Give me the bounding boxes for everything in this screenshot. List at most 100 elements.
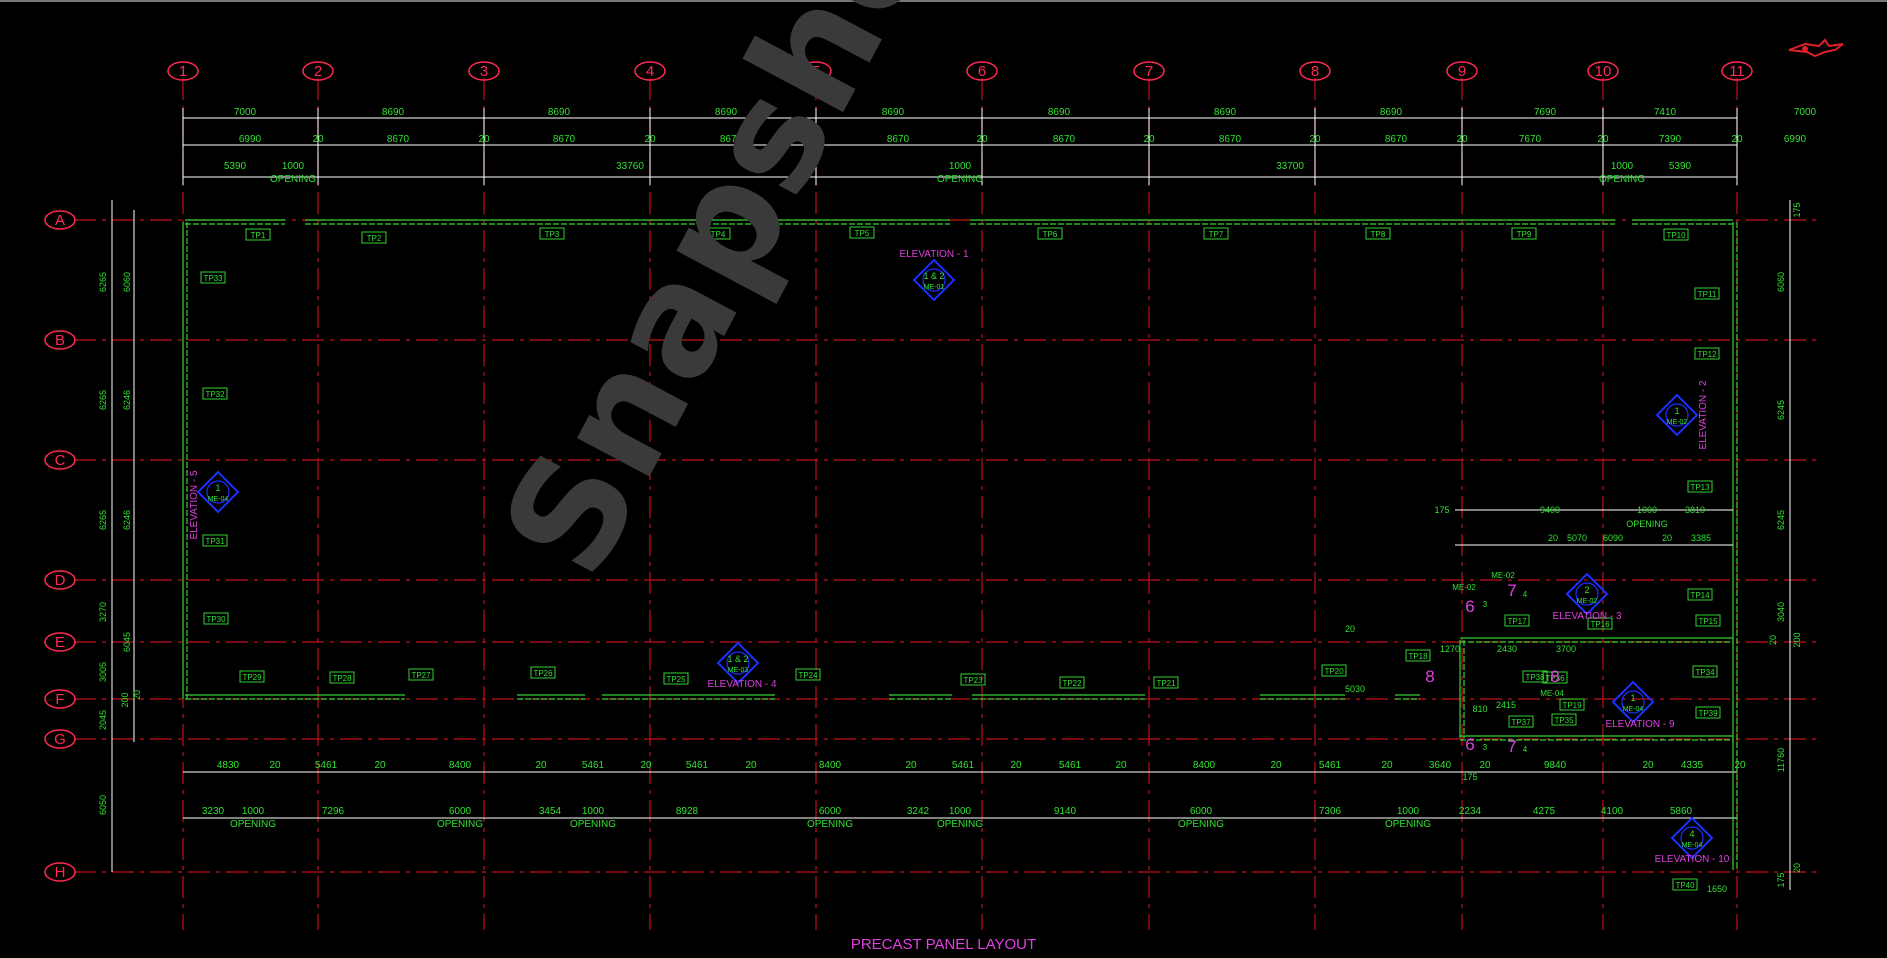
panel-tag-label: TP14: [1690, 591, 1710, 600]
cad-drawing-canvas[interactable]: 1 2 3 4 5 6 7 8 9 10 11ABCDEFGH7000 8690 8690 8690 869…: [0, 0, 1887, 958]
dim-text-top2: 8670: [1385, 134, 1408, 145]
dim-text-top3: 1000: [949, 161, 972, 172]
panel-tag-label: TP24: [798, 671, 818, 680]
dim-text-bottom2: 3230: [202, 806, 225, 817]
dim-text-left: 6050: [98, 795, 108, 815]
dim-text-top2: 20: [1597, 134, 1609, 145]
dim-text-bottom1: 9840: [1544, 760, 1567, 771]
dim-text-block: 2415: [1496, 700, 1516, 710]
dim-text-block: 3700: [1556, 644, 1576, 654]
grid-label-row-F: F: [55, 691, 64, 708]
dim-text-right: 200: [1792, 632, 1802, 647]
panel-tag-label: TP8: [1371, 230, 1386, 239]
dim-text-top3: 5390: [1669, 161, 1692, 172]
dim-text-bottom2: 3454: [539, 806, 562, 817]
dim-text-left: 6246: [122, 510, 132, 530]
dim-text-block: 20: [1662, 533, 1672, 543]
dim-text-bottom1: 8400: [819, 760, 842, 771]
elevation-label: ELEVATION - 9: [1605, 719, 1675, 730]
dim-text-block: 3810: [1685, 505, 1705, 515]
panel-tag-label: TP34: [1695, 668, 1715, 677]
dim-text-block: 175: [1434, 505, 1449, 515]
dim-text-bottom1: 20: [745, 760, 757, 771]
panel-tag-label: TP38: [1525, 673, 1545, 682]
dim-text-top2: 20: [644, 134, 656, 145]
grid-label-row-B: B: [55, 332, 65, 349]
panel-tag-label: TP10: [1666, 231, 1686, 240]
panel-tag-label: TP9: [1517, 230, 1532, 239]
elevation-label: ELEVATION - 3: [1552, 611, 1622, 622]
dim-text-block: 810: [1472, 704, 1487, 714]
panel-tag-label: TP30: [206, 615, 226, 624]
dim-text-bottom2: 4275: [1533, 806, 1556, 817]
section-mark-number: 8: [1550, 667, 1559, 686]
dim-text-left: 6265: [98, 510, 108, 530]
dim-text-right: 3040: [1776, 602, 1786, 622]
panel-tag-label: TP12: [1697, 350, 1717, 359]
panel-tag-label: TP27: [411, 671, 431, 680]
grid-label-col-1: 1: [179, 63, 187, 80]
dim-text-top2: 20: [478, 134, 490, 145]
panel-tag-label: TP11: [1698, 290, 1717, 299]
panel-tag-label: TP26: [533, 669, 553, 678]
elevation-label: ELEVATION - 4: [707, 679, 777, 690]
dim-text-top2: 20: [1731, 134, 1743, 145]
section-mark-ref: 4: [1523, 745, 1528, 754]
dim-text-top2: 7390: [1659, 134, 1682, 145]
grid-label-col-9: 9: [1458, 63, 1466, 80]
dim-text-left: 6265: [98, 272, 108, 292]
dim-text-bottom1: 3640: [1429, 760, 1452, 771]
opening-label-top: OPENING: [1599, 174, 1645, 185]
dim-text-bottom1: 20: [269, 760, 281, 771]
dim-text-top2: 6990: [1784, 134, 1807, 145]
dim-text-top2: 8670: [1219, 134, 1242, 145]
panel-tag-label: TP29: [242, 673, 262, 682]
elevation-label: ELEVATION - 10: [1655, 854, 1730, 865]
panel-tag-label: TP28: [332, 674, 352, 683]
grid-label-row-H: H: [55, 864, 66, 881]
elevation-marker-number: 1 & 2: [727, 654, 748, 664]
dim-text-bottom2: 5860: [1670, 806, 1693, 817]
grid-label-col-10: 10: [1595, 63, 1612, 80]
dim-text-top1: 7410: [1654, 107, 1677, 118]
panel-tag-label: TP1: [251, 231, 266, 240]
dim-text-left: 6045: [122, 632, 132, 652]
grid-label-col-6: 6: [978, 63, 986, 80]
opening-label-bottom: OPENING: [1385, 819, 1431, 830]
dim-text-left: 6265: [98, 390, 108, 410]
dim-text-bottom2: 8928: [676, 806, 699, 817]
panel-tag-label: TP39: [1698, 709, 1718, 718]
opening-label-bottom: OPENING: [230, 819, 276, 830]
panel-tag-label: TP13: [1690, 483, 1710, 492]
dim-text-top1: 8690: [548, 107, 571, 118]
elevation-marker-number: 4: [1689, 829, 1694, 839]
dim-text-block: 2430: [1497, 644, 1517, 654]
dim-text-top1: 8690: [1380, 107, 1403, 118]
elevation-marker-ref: ME-02: [1577, 598, 1598, 605]
elevation-marker-number: 2: [1584, 585, 1589, 595]
grid-label-col-7: 7: [1145, 63, 1153, 80]
dim-text-left: 200: [120, 692, 130, 707]
panel-tag-label: TP15: [1698, 617, 1718, 626]
dim-text-right: 6060: [1776, 272, 1786, 292]
dim-text-right: 20: [1768, 635, 1778, 645]
section-mark-ref: ME-02: [1491, 571, 1515, 580]
elevation-marker-ref: ME-02: [1667, 419, 1688, 426]
panel-tag-label: TP22: [1062, 679, 1082, 688]
dim-text-right: 6245: [1776, 510, 1786, 530]
grid-label-col-2: 2: [314, 63, 322, 80]
opening-label-bottom: OPENING: [570, 819, 616, 830]
grid-label-col-11: 11: [1729, 63, 1745, 80]
elevation-marker-ref: ME-01: [924, 284, 945, 291]
section-mark-number: 8: [1425, 667, 1434, 686]
panel-tag-label: TP18: [1408, 652, 1428, 661]
dim-text-bottom2: 6000: [1190, 806, 1213, 817]
dim-text-top1: 7000: [234, 107, 257, 118]
dim-text-bottom2: 1000: [242, 806, 265, 817]
dim-text-top1: 8690: [1048, 107, 1071, 118]
panel-tag-label: TP23: [963, 676, 983, 685]
dim-text-top2: 8670: [553, 134, 576, 145]
elevation-label: ELEVATION - 1: [899, 249, 969, 260]
section-mark-ref: ME-02: [1452, 583, 1476, 592]
dim-text-block: 20: [1548, 533, 1558, 543]
